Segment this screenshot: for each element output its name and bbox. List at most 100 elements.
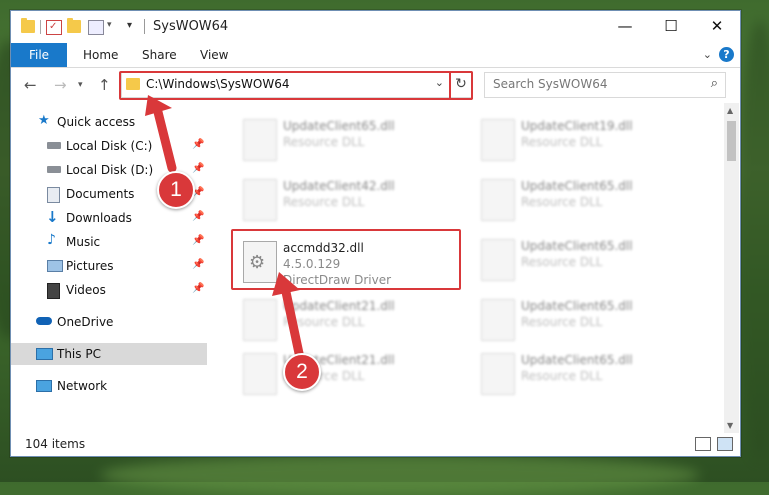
sidebar-item-label: Music bbox=[66, 235, 101, 249]
sidebar-item-label: Quick access bbox=[57, 115, 136, 129]
file-name: UpdateClient21.dll bbox=[283, 299, 395, 313]
pictures-icon bbox=[47, 260, 63, 272]
back-arrow-icon[interactable]: ← bbox=[24, 76, 37, 94]
dll-file-icon bbox=[481, 353, 515, 395]
file-type: Resource DLL bbox=[283, 315, 365, 329]
explorer-window: ✓ ▾ ▾ SysWOW64 — ☐ ✕ File Home Share Vie… bbox=[10, 10, 741, 457]
file-type: Resource DLL bbox=[521, 135, 603, 149]
details-view-icon[interactable] bbox=[695, 437, 711, 451]
step-1-badge: 1 bbox=[157, 171, 195, 209]
pin-icon[interactable]: 📌 bbox=[192, 211, 204, 222]
download-icon: ↓ bbox=[46, 208, 59, 226]
list-item[interactable]: UpdateClient65.dll Resource DLL bbox=[235, 113, 465, 169]
file-type: Resource DLL bbox=[283, 195, 365, 209]
sidebar-item-label: Downloads bbox=[66, 211, 132, 225]
large-icons-view-icon[interactable] bbox=[717, 437, 733, 451]
file-type: Resource DLL bbox=[521, 369, 603, 383]
chevron-down-icon[interactable]: ▾ bbox=[107, 20, 112, 30]
list-item[interactable]: UpdateClient65.dll Resource DLL bbox=[473, 293, 703, 349]
file-type: Resource DLL bbox=[283, 135, 365, 149]
search-icon[interactable]: ⌕ bbox=[711, 76, 718, 91]
pin-icon[interactable]: 📌 bbox=[192, 163, 204, 174]
refresh-highlight-box bbox=[449, 71, 473, 100]
cloud-icon bbox=[36, 317, 52, 325]
new-folder-icon[interactable] bbox=[67, 18, 81, 33]
list-item[interactable]: UpdateClient42.dll Resource DLL bbox=[235, 173, 465, 229]
title-divider bbox=[144, 19, 145, 34]
file-name: UpdateClient65.dll bbox=[521, 239, 633, 253]
quick-access-divider bbox=[40, 20, 41, 34]
help-button[interactable]: ? bbox=[719, 47, 734, 62]
properties-icon[interactable]: ✓ bbox=[46, 20, 62, 35]
file-highlight-box bbox=[231, 229, 461, 290]
quick-access-dropdown-icon[interactable]: ▾ bbox=[127, 20, 132, 31]
file-name: UpdateClient42.dll bbox=[283, 179, 395, 193]
list-item[interactable]: UpdateClient65.dll Resource DLL bbox=[473, 173, 703, 229]
step-2-badge: 2 bbox=[283, 353, 321, 391]
folder-icon bbox=[21, 18, 35, 33]
list-item[interactable]: UpdateClient21.dll Resource DLL bbox=[235, 347, 465, 403]
dll-file-icon bbox=[481, 239, 515, 281]
sidebar-item-label: Documents bbox=[66, 187, 135, 201]
network-icon bbox=[36, 380, 52, 392]
search-box[interactable]: Search SysWOW64 ⌕ bbox=[484, 72, 726, 98]
dll-file-icon bbox=[243, 119, 277, 161]
sidebar-item-pictures[interactable]: Pictures 📌 bbox=[11, 255, 207, 277]
sidebar-item-videos[interactable]: Videos 📌 bbox=[11, 279, 207, 301]
maximize-button[interactable]: ☐ bbox=[648, 11, 694, 43]
sidebar-item-label: This PC bbox=[57, 347, 101, 361]
list-item[interactable]: UpdateClient19.dll Resource DLL bbox=[473, 113, 703, 169]
sidebar-item-label: Network bbox=[57, 379, 108, 393]
status-bar: 104 items bbox=[11, 433, 740, 455]
customize-icon[interactable] bbox=[88, 20, 104, 35]
drive-icon bbox=[47, 142, 61, 149]
file-name: UpdateClient65.dll bbox=[521, 299, 633, 313]
file-type: Resource DLL bbox=[521, 315, 603, 329]
sidebar-item-onedrive[interactable]: OneDrive bbox=[11, 311, 207, 333]
list-item[interactable]: UpdateClient65.dll Resource DLL bbox=[473, 347, 703, 403]
dll-file-icon bbox=[481, 119, 515, 161]
window-title: SysWOW64 bbox=[153, 19, 229, 34]
sidebar-item-downloads[interactable]: ↓ Downloads 📌 bbox=[11, 207, 207, 229]
file-name: UpdateClient65.dll bbox=[521, 179, 633, 193]
scroll-down-icon[interactable]: ▼ bbox=[727, 421, 733, 430]
tab-home[interactable]: Home bbox=[83, 43, 118, 67]
minimize-button[interactable]: — bbox=[602, 11, 648, 43]
pin-icon[interactable]: 📌 bbox=[192, 235, 204, 246]
dll-file-icon bbox=[243, 179, 277, 221]
sidebar-item-music[interactable]: ♪ Music 📌 bbox=[11, 231, 207, 253]
forward-arrow-icon[interactable]: → bbox=[54, 76, 67, 94]
pin-icon[interactable]: 📌 bbox=[192, 259, 204, 270]
sidebar-item-this-pc[interactable]: This PC bbox=[11, 343, 207, 365]
up-arrow-icon[interactable]: ↑ bbox=[98, 76, 111, 94]
dll-file-icon bbox=[243, 353, 277, 395]
tab-file[interactable]: File bbox=[11, 43, 67, 67]
scroll-thumb[interactable] bbox=[727, 121, 736, 161]
list-item[interactable]: UpdateClient65.dll Resource DLL bbox=[473, 233, 703, 289]
sidebar-item-quick-access[interactable]: ★ Quick access bbox=[11, 111, 207, 133]
list-item[interactable]: UpdateClient21.dll Resource DLL bbox=[235, 293, 465, 349]
scroll-up-icon[interactable]: ▲ bbox=[727, 106, 733, 115]
tab-view[interactable]: View bbox=[200, 43, 228, 67]
file-type: Resource DLL bbox=[521, 255, 603, 269]
sidebar-item-label: OneDrive bbox=[57, 315, 114, 329]
search-input[interactable]: Search SysWOW64 bbox=[493, 77, 607, 91]
pin-icon[interactable]: 📌 bbox=[192, 139, 204, 150]
sidebar-item-label: Local Disk (C:) bbox=[66, 139, 153, 153]
dll-file-icon bbox=[481, 179, 515, 221]
drive-icon bbox=[47, 166, 61, 173]
close-button[interactable]: ✕ bbox=[694, 11, 740, 43]
music-icon: ♪ bbox=[47, 232, 56, 248]
file-name: UpdateClient65.dll bbox=[283, 119, 395, 133]
dll-file-icon bbox=[243, 299, 277, 341]
sidebar-item-network[interactable]: Network bbox=[11, 375, 207, 397]
expand-ribbon-icon[interactable]: ⌄ bbox=[703, 48, 712, 61]
title-bar: ✓ ▾ ▾ SysWOW64 — ☐ ✕ bbox=[11, 11, 740, 43]
tab-share[interactable]: Share bbox=[142, 43, 177, 67]
recent-locations-icon[interactable]: ▾ bbox=[78, 80, 83, 90]
sidebar-item-local-disk-c[interactable]: Local Disk (C:) 📌 bbox=[11, 135, 207, 157]
sidebar-item-label: Videos bbox=[66, 283, 106, 297]
vertical-scrollbar[interactable]: ▲ ▼ bbox=[724, 103, 739, 433]
pin-icon[interactable]: 📌 bbox=[192, 283, 204, 294]
sidebar-item-label: Pictures bbox=[66, 259, 114, 273]
